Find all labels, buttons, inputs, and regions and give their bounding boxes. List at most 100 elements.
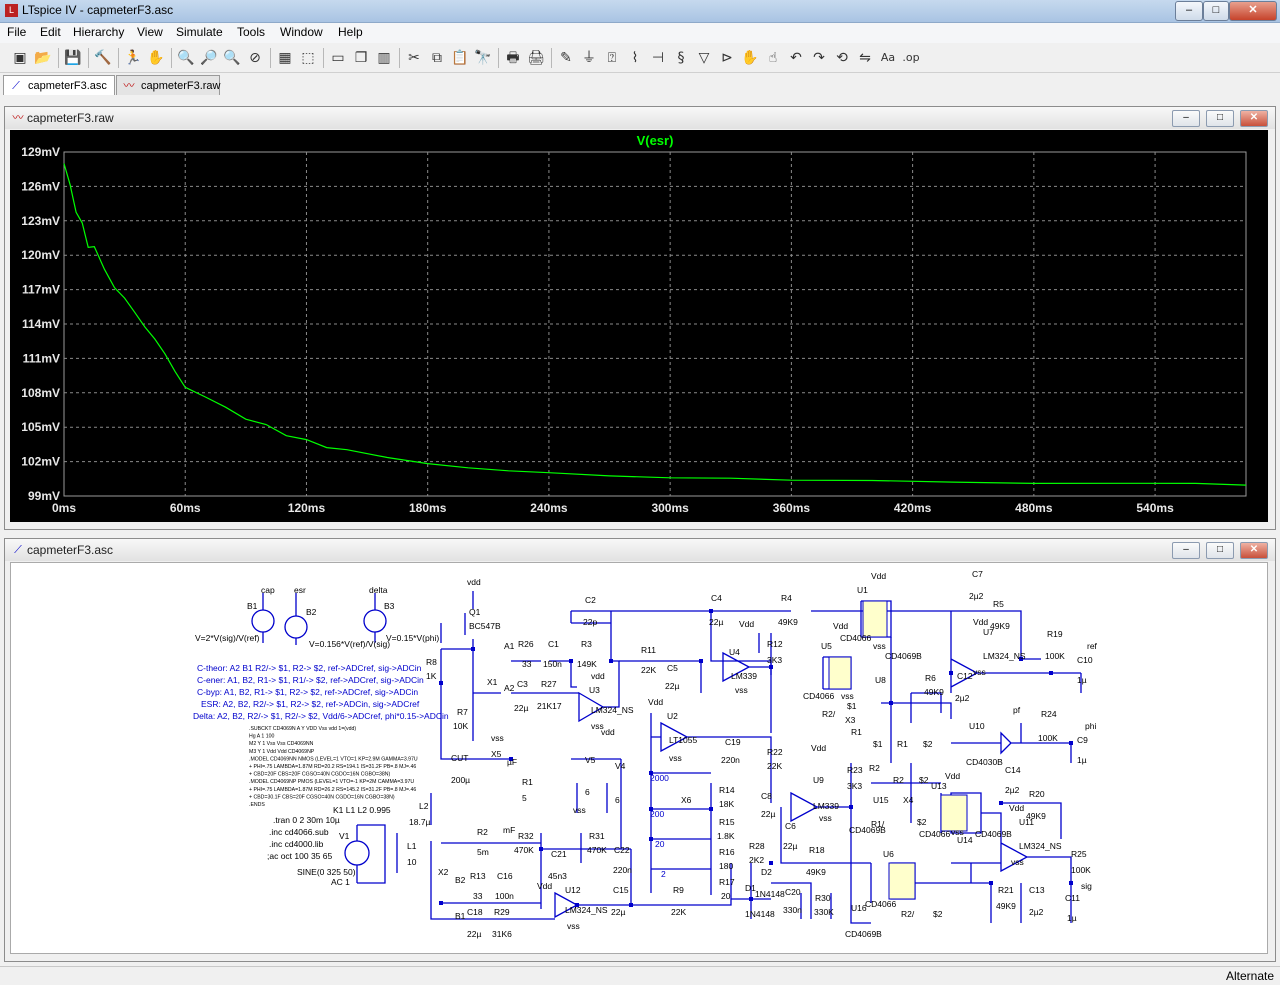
- toolbar-separator: [551, 48, 552, 68]
- schematic-label: V=0.15*V(phi): [386, 633, 439, 643]
- menu-simulate[interactable]: Simulate: [176, 25, 223, 39]
- schematic-label: Vdd: [739, 619, 754, 629]
- capacitor-icon[interactable]: ⊣: [648, 48, 668, 68]
- menu-tools[interactable]: Tools: [237, 25, 265, 39]
- waveform-minimize-button[interactable]: –: [1172, 110, 1200, 127]
- zoom-in-icon[interactable]: 🔍: [176, 48, 196, 68]
- label-net-icon[interactable]: ⍰: [602, 48, 622, 68]
- schematic-label: C12: [957, 671, 973, 681]
- zoom-out-icon[interactable]: 🔍: [222, 48, 242, 68]
- text-icon[interactable]: Aa: [878, 48, 898, 68]
- close-button[interactable]: ✕: [1229, 1, 1277, 21]
- waveform-close-button[interactable]: ✕: [1240, 110, 1268, 127]
- x-tick-label: 120ms: [288, 501, 326, 515]
- schematic-label: R1: [897, 739, 908, 749]
- schematic-window-title: capmeterF3.asc: [27, 543, 114, 557]
- schematic-label: vdd: [591, 671, 605, 681]
- waveform-plot-pane[interactable]: 0ms 60ms 120ms 180ms 240ms 300ms 360ms 420ms 480…: [10, 130, 1268, 522]
- waveform-icon: 〰: [123, 80, 135, 92]
- control-panel-icon[interactable]: 🔨: [93, 48, 113, 68]
- schematic-label: C2: [585, 595, 596, 605]
- print-icon[interactable]: 🖨: [526, 48, 546, 68]
- schematic-label: 5m: [477, 847, 489, 857]
- autorange-icon[interactable]: ▦: [275, 48, 295, 68]
- x-tick-label: 240ms: [530, 501, 568, 515]
- mirror-icon[interactable]: ⇋: [855, 48, 875, 68]
- waveform-window-title: capmeterF3.raw: [27, 111, 114, 125]
- schematic-label: LM324_NS: [591, 705, 634, 715]
- pan-icon[interactable]: 🔎: [199, 48, 219, 68]
- schematic-label: 6: [585, 787, 590, 797]
- waveform-maximize-button[interactable]: □: [1206, 110, 1234, 127]
- move-icon[interactable]: ✋: [740, 48, 760, 68]
- schematic-label: R1: [522, 777, 533, 787]
- paste-icon[interactable]: 📋: [450, 48, 470, 68]
- find-icon[interactable]: 🔭: [473, 48, 493, 68]
- halt-icon[interactable]: ✋: [146, 48, 166, 68]
- maximize-button[interactable]: □: [1203, 1, 1229, 21]
- schematic-canvas[interactable]: B1 cap B2 esr B3 delta V=2*V(sig)/V(ref) V=0.15…: [10, 562, 1268, 954]
- wire-junction: [1049, 671, 1053, 675]
- schematic-maximize-button[interactable]: □: [1206, 542, 1234, 559]
- schematic-label: vss: [819, 813, 832, 823]
- toolbar: ▣ 📂 💾 🔨 🏃 ✋ 🔍 🔎 🔍 ⊘ ▦ ⬚ ▭ ❐ ▥ ✂ ⧉ 📋 🔭 🖶 🖨 ✎ ⏚ ⍰ ⌇ ⊣ § ▽ ⊳ ✋ ☝ ↶ ↷ ⟲ ⇋ Aa .op: [0, 44, 1280, 73]
- schematic-close-button[interactable]: ✕: [1240, 542, 1268, 559]
- menu-window[interactable]: Window: [280, 25, 323, 39]
- schematic-label: 18K: [719, 799, 734, 809]
- new-schematic-icon[interactable]: ▣: [10, 48, 30, 68]
- print-setup-icon[interactable]: 🖶: [503, 48, 523, 68]
- rotate-icon[interactable]: ⟲: [832, 48, 852, 68]
- drag-icon[interactable]: ☝: [763, 48, 783, 68]
- menu-edit[interactable]: Edit: [40, 25, 61, 39]
- schematic-label: CD4069B: [975, 829, 1012, 839]
- schematic-label: phi: [1085, 721, 1096, 731]
- schematic-label: pf: [1013, 705, 1021, 715]
- schematic-label: 2µ2: [955, 693, 970, 703]
- schematic-label: R2/: [822, 709, 836, 719]
- wire-junction: [439, 901, 443, 905]
- x-tick-label: 420ms: [894, 501, 932, 515]
- diode-icon[interactable]: ▽: [694, 48, 714, 68]
- draw-wire-icon[interactable]: ✎: [556, 48, 576, 68]
- schematic-label: R23: [847, 765, 863, 775]
- schematic-label: Vdd: [811, 743, 826, 753]
- zoom-cancel-icon[interactable]: ⊘: [245, 48, 265, 68]
- menu-view[interactable]: View: [137, 25, 163, 39]
- schematic-label: U2: [667, 711, 678, 721]
- wire-junction: [709, 609, 713, 613]
- menu-help[interactable]: Help: [338, 25, 363, 39]
- copy-icon[interactable]: ⧉: [427, 48, 447, 68]
- status-text: Alternate: [1225, 969, 1274, 983]
- cut-icon[interactable]: ✂: [404, 48, 424, 68]
- schematic-label: X5: [491, 749, 502, 759]
- menu-hierarchy[interactable]: Hierarchy: [73, 25, 124, 39]
- undo-icon[interactable]: ↶: [786, 48, 806, 68]
- spice-directive-line: .ENDS: [249, 802, 265, 808]
- ground-icon[interactable]: ⏚: [579, 48, 599, 68]
- schematic-label: 6: [615, 795, 620, 805]
- x-tick-label: 300ms: [651, 501, 689, 515]
- tile-horizontal-icon[interactable]: ▭: [328, 48, 348, 68]
- spice-directive-icon[interactable]: .op: [901, 48, 921, 68]
- minimize-button[interactable]: –: [1175, 1, 1203, 21]
- resistor-icon[interactable]: ⌇: [625, 48, 645, 68]
- inductor-icon[interactable]: §: [671, 48, 691, 68]
- component-icon[interactable]: ⊳: [717, 48, 737, 68]
- spice-directive-line: .SUBCKT CD4069N A Y VDD Vss vdd 1=(vdd): [249, 726, 356, 732]
- save-icon[interactable]: 💾: [63, 48, 83, 68]
- schematic-minimize-button[interactable]: –: [1172, 542, 1200, 559]
- fit-icon[interactable]: ⬚: [298, 48, 318, 68]
- schematic-label: CD4069B: [845, 929, 882, 939]
- tab-waveform[interactable]: 〰 capmeterF3.raw: [116, 75, 220, 95]
- tile-vertical-icon[interactable]: ▥: [374, 48, 394, 68]
- menu-file[interactable]: File: [7, 25, 26, 39]
- schematic-label: CD4069B: [885, 651, 922, 661]
- schematic-label: 180: [719, 861, 733, 871]
- cascade-icon[interactable]: ❐: [351, 48, 371, 68]
- x-tick-label: 60ms: [170, 501, 201, 515]
- run-icon[interactable]: 🏃: [123, 48, 143, 68]
- open-icon[interactable]: 📂: [33, 48, 53, 68]
- tab-schematic[interactable]: ⟋ capmeterF3.asc: [3, 75, 115, 95]
- wire-junction: [471, 647, 475, 651]
- redo-icon[interactable]: ↷: [809, 48, 829, 68]
